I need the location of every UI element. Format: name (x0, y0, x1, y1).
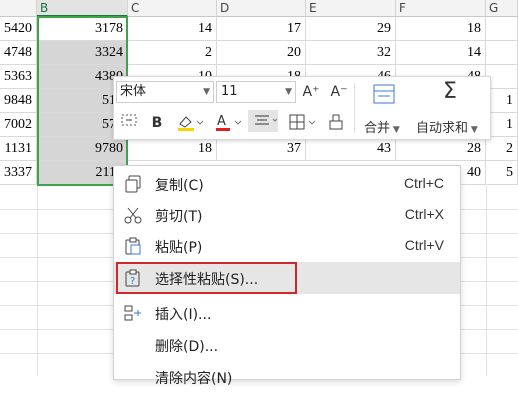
font-size-value: 11 (221, 84, 238, 99)
menu-item-paste-special[interactable]: ? 选择性粘贴(S)... (114, 262, 460, 294)
column-header-d[interactable]: D (217, 0, 306, 17)
cell-f[interactable]: 28 (396, 137, 486, 161)
cell-f[interactable]: 18 (396, 17, 486, 41)
menu-item-label: 剪切(T) (155, 209, 203, 225)
menu-item-label: 复制(C) (155, 178, 204, 194)
menu-item-shortcut: Ctrl+V (404, 237, 444, 253)
column-header-f[interactable]: F (396, 0, 486, 17)
fill-color-button[interactable] (174, 112, 204, 134)
cell-e[interactable]: 29 (306, 17, 396, 41)
menu-item-label: 清除内容(N) (155, 371, 233, 387)
border-button[interactable] (286, 112, 318, 134)
toolbar-divider (354, 83, 355, 133)
grow-font-button[interactable]: A⁺ (300, 81, 322, 103)
cell-c[interactable]: 14 (128, 17, 217, 41)
eraser-icon[interactable] (324, 112, 348, 134)
menu-item-clear-contents[interactable]: 清除内容(N) (114, 361, 460, 393)
cell-a[interactable]: 4748 (0, 41, 37, 65)
autosum-label: 自动求和 (416, 121, 469, 136)
cell-c[interactable]: 2 (128, 41, 217, 65)
menu-item-shortcut: Ctrl+X (404, 206, 444, 222)
cell-d[interactable]: 37 (217, 137, 306, 161)
chevron-down-icon: ▼ (285, 87, 292, 97)
column-header-g[interactable]: G (486, 0, 518, 17)
cell-a[interactable]: 5363 (0, 65, 37, 89)
merge-button[interactable]: 合并 ▼ (364, 117, 400, 136)
autosum-button[interactable]: 自动求和 ▼ (416, 117, 478, 136)
menu-item-cut[interactable]: 剪切(T) Ctrl+X (114, 199, 460, 231)
sigma-icon[interactable]: Σ (436, 81, 464, 103)
paste-icon (124, 237, 142, 255)
cell-b[interactable]: 3324 (37, 41, 128, 65)
cell-a[interactable]: 9848 (0, 89, 37, 113)
menu-item-delete[interactable]: 删除(D)... (114, 329, 460, 361)
cell-g[interactable]: 5 (486, 161, 518, 185)
cell-g[interactable] (486, 41, 518, 65)
column-header-c[interactable]: C (128, 0, 217, 17)
menu-item-label: 选择性粘贴(S)... (155, 272, 259, 288)
format-painter-icon[interactable] (118, 112, 140, 134)
column-header-e[interactable]: E (306, 0, 396, 17)
chevron-down-icon: ▼ (390, 125, 400, 135)
cell-b[interactable]: 3178 (37, 17, 128, 41)
cell-g[interactable]: 2 (486, 137, 518, 161)
menu-item-shortcut: Ctrl+C (403, 175, 444, 191)
mini-toolbar: 宋体 ▼ 11 ▼ A⁺ A⁻ B A 合并 ▼ Σ 自动求和 ▼ (113, 76, 491, 140)
chevron-down-icon: ▼ (468, 125, 478, 135)
menu-item-copy[interactable]: 复制(C) Ctrl+C (114, 168, 460, 200)
font-name-value: 宋体 (120, 84, 147, 99)
font-color-button[interactable]: A (212, 112, 242, 134)
cell-e[interactable]: 32 (306, 41, 396, 65)
context-menu: 复制(C) Ctrl+C 剪切(T) Ctrl+X 粘贴(P) Ctrl+V ?… (113, 165, 461, 387)
copy-icon (124, 175, 142, 193)
column-header-a[interactable] (0, 0, 37, 17)
menu-item-paste[interactable]: 粘贴(P) Ctrl+V (114, 230, 460, 262)
font-size-select[interactable]: 11 ▼ (216, 81, 296, 103)
menu-item-label: 删除(D)... (155, 339, 219, 355)
cell-a[interactable]: 3337 (0, 161, 37, 185)
cell-c[interactable]: 18 (128, 137, 217, 161)
bold-button[interactable]: B (146, 112, 168, 134)
merge-label: 合并 (364, 121, 391, 136)
cell-b[interactable]: 9780 (37, 137, 128, 161)
align-center-button[interactable] (248, 110, 278, 132)
cell-g[interactable] (486, 17, 518, 41)
font-name-select[interactable]: 宋体 ▼ (116, 81, 214, 103)
chevron-down-icon: ▼ (203, 87, 210, 97)
svg-text:A: A (217, 114, 226, 129)
shrink-font-button[interactable]: A⁻ (328, 81, 350, 103)
cell-e[interactable]: 43 (306, 137, 396, 161)
menu-item-insert[interactable]: 插入(I)... (114, 297, 460, 329)
svg-text:?: ? (130, 276, 135, 287)
insert-icon (124, 304, 142, 322)
merge-icon[interactable] (370, 83, 398, 105)
cell-d[interactable]: 17 (217, 17, 306, 41)
paste-special-icon: ? (124, 269, 142, 287)
menu-item-label: 粘贴(P) (155, 240, 203, 256)
cell-a[interactable]: 7002 (0, 113, 37, 137)
cell-a[interactable]: 1131 (0, 137, 37, 161)
scissors-icon (124, 206, 142, 224)
menu-item-label: 插入(I)... (155, 307, 212, 323)
cell-f[interactable]: 14 (396, 41, 486, 65)
cell-a[interactable]: 5420 (0, 17, 37, 41)
column-header-b[interactable]: B (37, 0, 128, 17)
cell-d[interactable]: 20 (217, 41, 306, 65)
